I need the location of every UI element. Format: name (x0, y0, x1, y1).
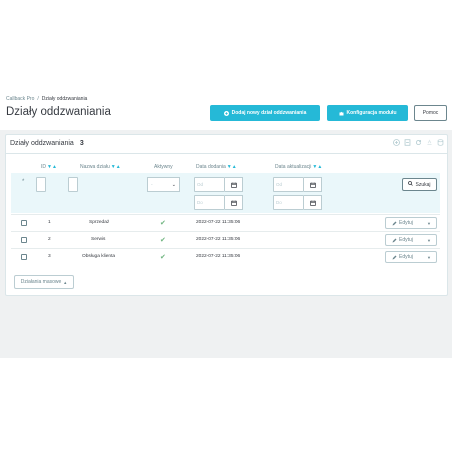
bulk-actions-button[interactable]: Działania masowe ▲ (14, 275, 74, 289)
calendar-icon[interactable] (225, 177, 243, 192)
row-checkbox[interactable] (21, 237, 27, 243)
date-add-from-placeholder: Od (197, 182, 204, 187)
sort-arrows-icon[interactable]: ▼▲ (227, 164, 237, 170)
pencil-icon (392, 221, 397, 225)
column-date-add-label: Data dodania (196, 164, 226, 170)
calendar-icon[interactable] (304, 195, 322, 210)
caret-down-icon[interactable]: ▼ (422, 218, 436, 228)
cell-name: Serwis (91, 237, 106, 242)
export-icon[interactable] (404, 139, 411, 146)
breadcrumb-parent[interactable]: Callback Pro (6, 96, 34, 102)
plus-circle-icon (223, 110, 229, 116)
cell-date-add: 2022-07-22 11:35:06 (196, 237, 241, 242)
search-button[interactable]: Szukaj (402, 178, 437, 191)
id-filter-input[interactable] (36, 177, 46, 192)
column-date-upd-label: Data aktualizacji (275, 164, 312, 170)
row-divider (11, 231, 440, 232)
date-upd-to-placeholder: Do (276, 200, 282, 205)
help-button[interactable]: Pomoc (414, 105, 447, 121)
panel-title-text: Działy oddzwaniania (10, 140, 74, 147)
page-title: Działy oddzwaniania (6, 106, 111, 118)
caret-down-icon[interactable]: ▼ (422, 235, 436, 245)
cell-name: Sprzedaż (89, 220, 110, 225)
column-header-active: Aktywny (154, 164, 173, 170)
cell-date-add: 2022-07-22 11:35:06 (196, 220, 241, 225)
active-check-icon[interactable]: ✔ (160, 254, 166, 261)
column-header-date-upd[interactable]: Data aktualizacji▼▲ (275, 164, 322, 170)
breadcrumb-separator: / (37, 96, 39, 102)
sort-arrows-icon[interactable]: ▼▲ (111, 164, 121, 170)
edit-action[interactable]: Edytuj (386, 254, 422, 260)
chevron-down-icon: ⌄ (171, 181, 176, 188)
cell-name: Obsługa klienta (82, 254, 116, 259)
edit-action[interactable]: Edytuj (386, 237, 422, 243)
edit-button[interactable]: Edytuj ▼ (385, 251, 437, 263)
pencil-icon (392, 238, 397, 242)
date-upd-to-input[interactable]: Do (273, 195, 304, 210)
database-icon[interactable] (437, 139, 444, 146)
panel-count-badge: 3 (79, 140, 84, 147)
search-icon (408, 181, 414, 188)
row-divider (11, 248, 440, 249)
row-checkbox[interactable] (21, 254, 27, 260)
pencil-icon (392, 255, 397, 259)
cell-id: 3 (48, 254, 51, 259)
calendar-icon[interactable] (304, 177, 322, 192)
column-header-id[interactable]: ID▼▲ (41, 164, 57, 170)
breadcrumb: Callback Pro / Działy oddzwaniania (6, 96, 87, 102)
panel-divider (5, 153, 448, 154)
active-check-icon[interactable]: ✔ (160, 220, 166, 227)
edit-button[interactable]: Edytuj ▼ (385, 234, 437, 246)
puzzle-icon (339, 111, 344, 116)
edit-action[interactable]: Edytuj (386, 220, 422, 226)
row-divider (11, 214, 440, 215)
cell-date-add: 2022-07-22 11:35:06 (196, 254, 241, 259)
cell-id: 2 (48, 237, 51, 242)
caret-down-icon[interactable]: ▼ (422, 252, 436, 262)
column-header-name[interactable]: Nazwa działu▼▲ (80, 164, 121, 170)
edit-button[interactable]: Edytuj ▼ (385, 217, 437, 229)
add-department-button[interactable]: Dodaj nowy dział oddzwaniania (210, 105, 320, 121)
column-name-label: Nazwa działu (80, 164, 110, 170)
active-check-icon[interactable]: ✔ (160, 237, 166, 244)
active-filter-value: - (151, 181, 153, 188)
refresh-icon[interactable] (415, 139, 422, 146)
date-upd-from-placeholder: Od (276, 182, 283, 187)
active-filter-select[interactable]: - ⌄ (147, 177, 180, 192)
date-upd-from-input[interactable]: Od (273, 177, 304, 192)
bulk-actions-label: Działania masowe (20, 279, 62, 285)
cell-id: 1 (48, 220, 51, 225)
filter-required-marker: * (22, 179, 25, 185)
plus-circle-icon[interactable] (393, 139, 400, 146)
edit-label: Edytuj (399, 220, 413, 226)
sql-query-icon[interactable] (426, 139, 433, 146)
column-active-label: Aktywny (154, 164, 173, 170)
name-filter-input[interactable] (68, 177, 78, 192)
add-department-label: Dodaj nowy dział oddzwaniania (231, 110, 307, 116)
sort-arrows-icon[interactable]: ▼▲ (47, 164, 57, 170)
row-checkbox[interactable] (21, 220, 27, 226)
edit-label: Edytuj (399, 254, 413, 260)
date-add-from-input[interactable]: Od (194, 177, 225, 192)
panel-title: Działy oddzwaniania 3 (10, 140, 84, 147)
calendar-icon[interactable] (225, 195, 243, 210)
module-config-label: Konfiguracja modułu (346, 110, 397, 116)
module-config-button[interactable]: Konfiguracja modułu (327, 105, 408, 121)
caret-up-icon: ▲ (63, 279, 68, 285)
column-id-label: ID (41, 164, 46, 170)
panel-toolbar (393, 139, 444, 146)
search-label: Szukaj (415, 181, 431, 188)
column-header-date-add[interactable]: Data dodania▼▲ (196, 164, 237, 170)
breadcrumb-current: Działy oddzwaniania (41, 96, 88, 102)
help-label: Pomoc (422, 110, 439, 116)
edit-label: Edytuj (399, 237, 413, 243)
date-add-to-input[interactable]: Do (194, 195, 225, 210)
sort-arrows-icon[interactable]: ▼▲ (312, 164, 322, 170)
date-add-to-placeholder: Do (197, 200, 203, 205)
departments-panel (5, 134, 448, 296)
